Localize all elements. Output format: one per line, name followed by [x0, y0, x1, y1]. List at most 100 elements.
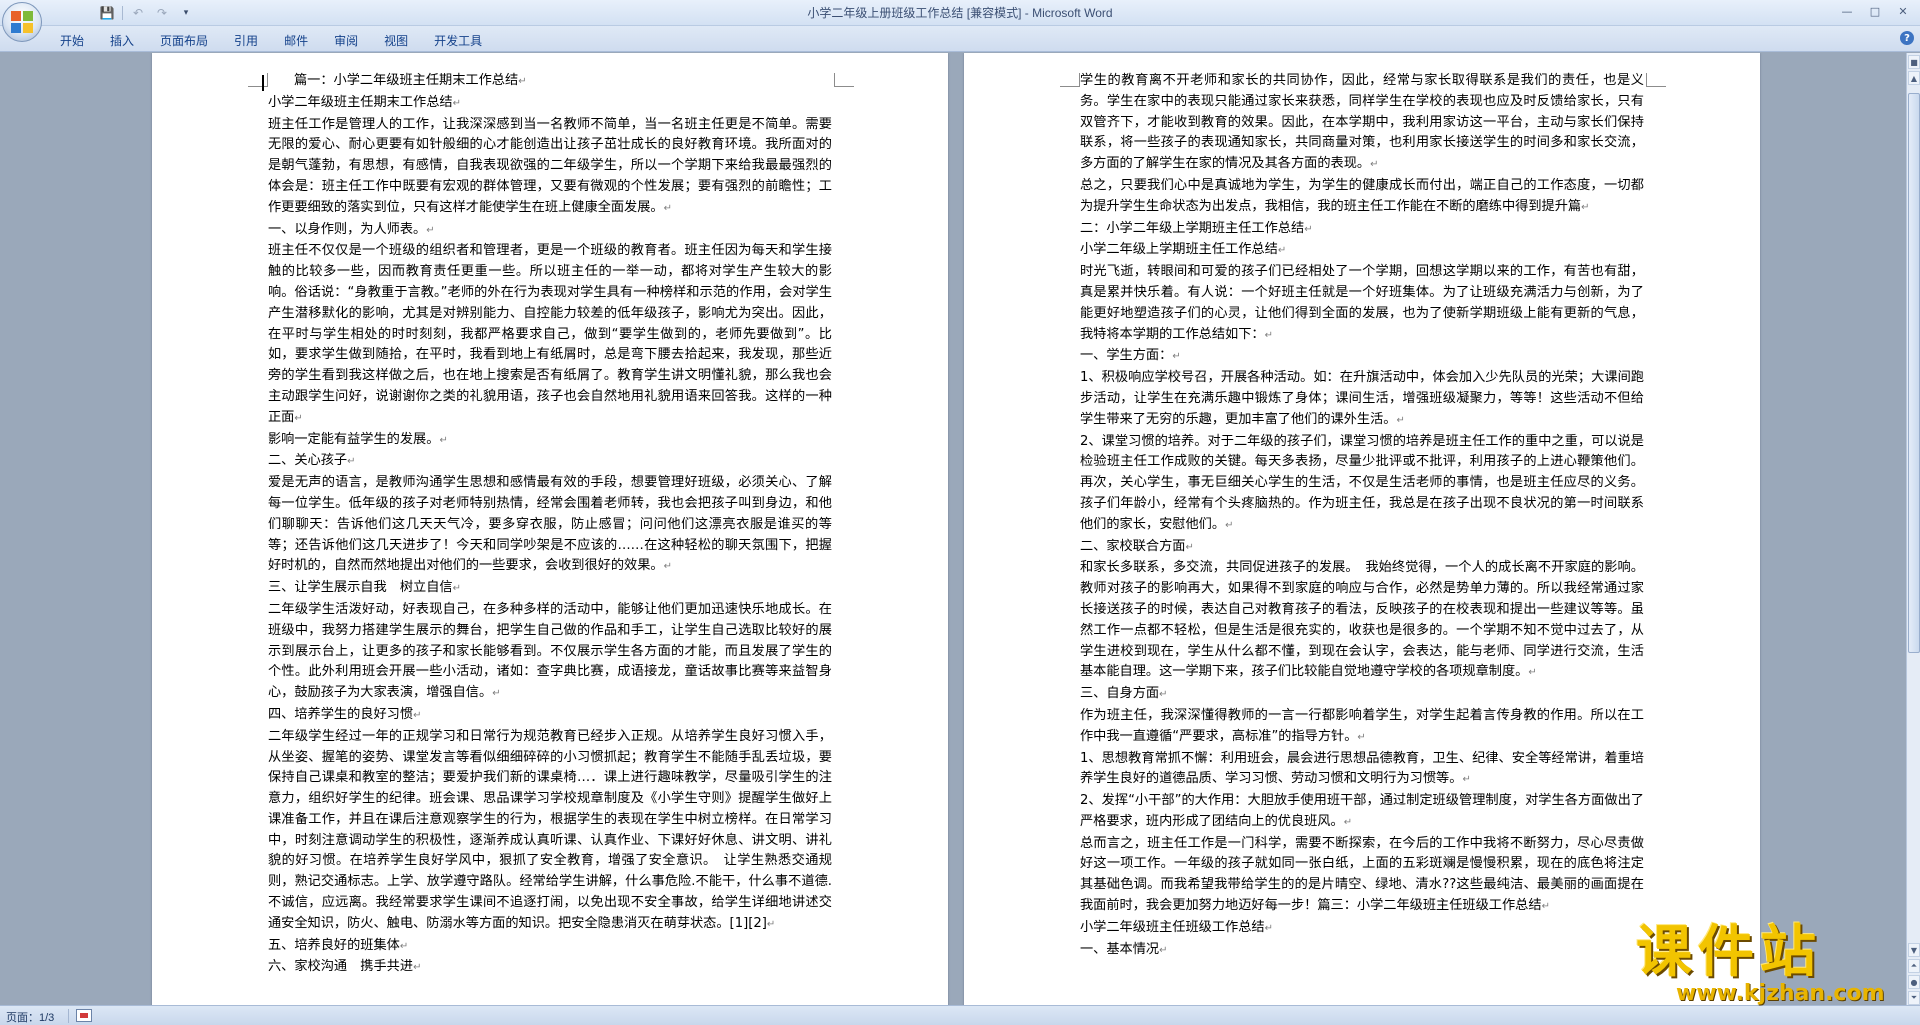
paragraph: 时光飞逝，转眼间和可爱的孩子们已经相处了一个学期，回想这学期以来的工作，有苦也有…	[1080, 264, 1644, 342]
paragraph: 班主任工作是管理人的工作，让我深深感到当一名教师不简单，当一名班主任更是不简单。…	[268, 116, 832, 215]
status-bar: 页面：1/3	[0, 1005, 1920, 1025]
document-page-1[interactable]: 篇一：小学二年级班主任期末工作总结↵ 小学二年级班主任期末工作总结↵ 班主任工作…	[152, 53, 948, 1005]
page-2-text[interactable]: 学生的教育离不开老师和家长的共同协作，因此，经常与家长取得联系是我们的责任，也是…	[1080, 71, 1644, 961]
ribbon-tabs: 开始 插入 页面布局 引用 邮件 审阅 视图 开发工具	[48, 29, 494, 49]
paragraph-mark-icon: ↵	[1528, 667, 1537, 679]
paragraph-mark-icon: ↵	[1541, 901, 1550, 913]
undo-icon[interactable]: ↶	[129, 4, 147, 22]
paragraph-mark-icon: ↵	[1343, 816, 1353, 828]
paragraph: 三、让学生展示自我 树立自信↵	[268, 580, 462, 596]
ribbon-tab-bar: 开始 插入 页面布局 引用 邮件 审阅 视图 开发工具 ?	[0, 26, 1920, 52]
page-indicator[interactable]: 页面：1/3	[6, 1009, 54, 1025]
tab-mailings[interactable]: 邮件	[272, 29, 320, 49]
paragraph: 2、课堂习惯的培养。对于二年级的孩子们，课堂习惯的培养是班主任工作的重中之重，可…	[1080, 433, 1644, 532]
paragraph: 2、发挥“小干部”的大作用：大胆放手使用班干部，通过制定班级管理制度，对学生各方…	[1080, 793, 1644, 829]
previous-page-icon[interactable]: ⏶	[1908, 959, 1920, 973]
paragraph-mark-icon: ↵	[1396, 414, 1405, 426]
tab-references[interactable]: 引用	[222, 29, 270, 49]
vertical-scrollbar[interactable]: ■ ▲ ▼ ⏶ ● ⏷	[1906, 53, 1920, 1005]
paragraph: 和家长多联系，多交流，共同促进孩子的发展。 我始终觉得，一个人的成长离不开家庭的…	[1080, 560, 1644, 680]
paragraph: 一、以身作则，为人师表。↵	[268, 221, 435, 237]
status-separator	[68, 1009, 69, 1023]
scroll-down-icon[interactable]: ▼	[1908, 943, 1920, 957]
paragraph: 小学二年级上学期班主任工作总结↵	[1080, 242, 1287, 258]
scroll-up-icon[interactable]: ▲	[1908, 71, 1920, 85]
paragraph: 学生的教育离不开老师和家长的共同协作，因此，经常与家长取得联系是我们的责任，也是…	[1080, 73, 1644, 172]
app-name: Microsoft Word	[1032, 6, 1113, 20]
tab-view[interactable]: 视图	[372, 29, 420, 49]
window-controls: — □ ✕	[1834, 2, 1916, 20]
paragraph-mark-icon: ↵	[1172, 351, 1181, 363]
crop-mark	[248, 73, 268, 87]
paragraph: 三、自身方面↵	[1080, 686, 1168, 702]
page-1-text[interactable]: 篇一：小学二年级班主任期末工作总结↵ 小学二年级班主任期末工作总结↵ 班主任工作…	[268, 71, 832, 979]
paragraph-mark-icon: ↵	[1370, 159, 1379, 171]
paragraph-mark-icon: ↵	[294, 412, 303, 424]
tab-page-layout[interactable]: 页面布局	[148, 29, 220, 49]
paragraph-mark-icon: ↵	[413, 709, 422, 721]
paragraph: 影响一定能有益学生的发展。↵	[268, 431, 448, 447]
customize-qat-icon[interactable]: ▾	[177, 4, 195, 22]
title-bar: 💾 ↶ ↷ ▾ 小学二年级上册班级工作总结 [兼容模式] - Microsoft…	[0, 0, 1920, 26]
paragraph: 1、积极响应学校号召，开展各种活动。如：在升旗活动中，体会加入少先队员的光荣；大…	[1080, 370, 1644, 427]
paragraph: 篇一：小学二年级班主任期末工作总结↵	[294, 73, 527, 88]
paragraph: 爱是无声的语言，是教师沟通学生思想和感情最有效的手段，想要管理好班级，必须关心、…	[268, 475, 832, 574]
paragraph-mark-icon: ↵	[1277, 245, 1287, 257]
scroll-thumb[interactable]	[1908, 93, 1920, 653]
paragraph-mark-icon: ↵	[413, 962, 422, 974]
paragraph: 小学二年级班主任班级工作总结↵	[1080, 919, 1274, 935]
macro-record-icon[interactable]	[76, 1009, 92, 1022]
paragraph-mark-icon: ↵	[1159, 944, 1168, 956]
paragraph-mark-icon: ↵	[426, 224, 435, 236]
paragraph-mark-icon: ↵	[1185, 541, 1194, 553]
quick-access-toolbar: 💾 ↶ ↷ ▾	[50, 4, 195, 22]
paragraph-mark-icon: ↵	[1159, 689, 1168, 701]
crop-mark	[1646, 73, 1666, 87]
paragraph: 二年级学生经过一年的正规学习和日常行为规范教育已经步入正规。从培养学生良好习惯入…	[268, 728, 832, 931]
document-area[interactable]: 篇一：小学二年级班主任期末工作总结↵ 小学二年级班主任期末工作总结↵ 班主任工作…	[0, 53, 1906, 1005]
paragraph: 二年级学生活泼好动，好表现自己，在多种多样的活动中，能够让他们更加迅速快乐地成长…	[268, 601, 832, 701]
paragraph-mark-icon: ↵	[1264, 329, 1274, 341]
paragraph: 五、培养良好的班集体↵	[268, 937, 409, 953]
paragraph-mark-icon: ↵	[1225, 519, 1234, 531]
qat-separator	[122, 6, 123, 20]
paragraph-mark-icon: ↵	[1581, 201, 1590, 213]
paragraph-mark-icon: ↵	[663, 561, 673, 573]
next-page-icon[interactable]: ⏷	[1908, 991, 1920, 1005]
document-title: 小学二年级上册班级工作总结 [兼容模式] -	[807, 6, 1033, 20]
tab-review[interactable]: 审阅	[322, 29, 370, 49]
crop-mark	[1060, 73, 1080, 87]
paragraph-mark-icon: ↵	[347, 456, 356, 468]
document-page-2[interactable]: 学生的教育离不开老师和家长的共同协作，因此，经常与家长取得联系是我们的责任，也是…	[964, 53, 1760, 1005]
paragraph: 二、家校联合方面↵	[1080, 538, 1194, 554]
paragraph-mark-icon: ↵	[492, 688, 501, 700]
text-cursor	[262, 75, 264, 91]
paragraph-mark-icon: ↵	[452, 583, 462, 595]
paragraph: 六、家校沟通 携手共进↵	[268, 959, 422, 975]
office-button[interactable]	[2, 2, 42, 42]
tab-insert[interactable]: 插入	[98, 29, 146, 49]
paragraph-mark-icon: ↵	[439, 434, 448, 446]
maximize-button[interactable]: □	[1862, 2, 1888, 20]
paragraph-mark-icon: ↵	[663, 202, 673, 214]
browse-object-icon[interactable]: ●	[1908, 975, 1920, 989]
tab-home[interactable]: 开始	[48, 29, 96, 49]
minimize-button[interactable]: —	[1834, 2, 1860, 20]
paragraph: 班主任不仅仅是一个班级的组织者和管理者，更是一个班级的教育者。班主任因为每天和学…	[268, 243, 832, 425]
help-icon[interactable]: ?	[1900, 31, 1914, 45]
paragraph: 一、学生方面：↵	[1080, 348, 1181, 364]
paragraph-mark-icon: ↵	[766, 918, 776, 930]
save-icon[interactable]: 💾	[98, 4, 116, 22]
paragraph: 总之，只要我们心中是真诚地为学生，为学生的健康成长而付出，端正自己的工作态度，一…	[1080, 177, 1644, 214]
redo-icon[interactable]: ↷	[153, 4, 171, 22]
paragraph-mark-icon: ↵	[399, 940, 409, 952]
crop-mark	[834, 73, 854, 87]
ruler-toggle-icon[interactable]: ■	[1908, 55, 1920, 69]
close-button[interactable]: ✕	[1890, 2, 1916, 20]
paragraph: 二、关心孩子↵	[268, 453, 356, 469]
paragraph-mark-icon: ↵	[1304, 223, 1313, 235]
paragraph: 一、基本情况↵	[1080, 941, 1168, 957]
paragraph-mark-icon: ↵	[1264, 922, 1274, 934]
paragraph: 四、培养学生的良好习惯↵	[268, 706, 422, 722]
tab-developer[interactable]: 开发工具	[422, 29, 494, 49]
